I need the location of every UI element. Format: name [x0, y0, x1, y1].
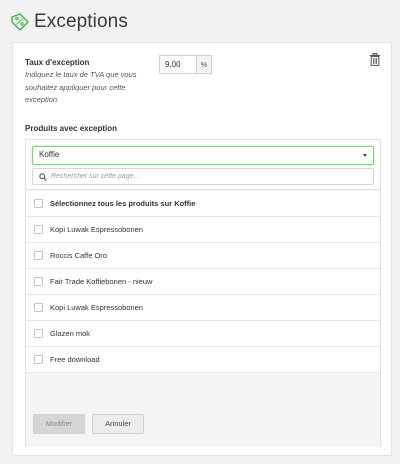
search-input[interactable] — [51, 170, 361, 183]
search-box — [32, 168, 374, 185]
category-select[interactable]: Koffie — [32, 146, 374, 165]
select-all-row[interactable]: Sélectionnez tous les produits sur Koffi… — [26, 191, 380, 217]
products-label: Produits avec exception — [25, 124, 118, 133]
cancel-button[interactable]: Annuler — [92, 414, 144, 434]
page-header: Exceptions — [10, 8, 128, 36]
product-checkbox[interactable] — [34, 355, 43, 364]
list-item[interactable]: Kopi Luwak Espressobonen — [26, 217, 380, 243]
product-checkbox[interactable] — [34, 225, 43, 234]
filter-bar: Koffie — [26, 140, 380, 190]
rate-unit: % — [196, 55, 212, 74]
product-label: Fair Trade Koffiebonen - nieuw — [50, 277, 153, 286]
product-label: Roccis Caffe Oro — [50, 251, 107, 260]
rate-help-text: Indiquez le taux de TVA que vous souhait… — [25, 70, 137, 104]
product-list: Sélectionnez tous les produits sur Koffi… — [26, 191, 380, 373]
product-label: Glazen mok — [50, 329, 91, 338]
list-item[interactable]: Free download — [26, 347, 380, 373]
exception-card: Taux d'exception Indiquez le taux de TVA… — [12, 42, 392, 456]
page-title: Exceptions — [34, 11, 128, 32]
product-checkbox[interactable] — [34, 303, 43, 312]
list-item[interactable]: Glazen mok — [26, 321, 380, 347]
modify-button[interactable]: Modifier — [33, 414, 85, 434]
list-item[interactable]: Roccis Caffe Oro — [26, 243, 380, 269]
rate-label: Taux d'exception — [25, 58, 90, 67]
products-panel: Koffie Sélectionnez tous les produits su… — [25, 139, 381, 447]
chevron-down-icon — [363, 154, 367, 157]
tag-percent-icon — [11, 13, 29, 31]
list-item[interactable]: Kopi Luwak Espressobonen — [26, 295, 380, 321]
rate-input-group: 9,00 % — [159, 55, 212, 74]
category-select-value: Koffie — [39, 150, 60, 159]
product-label: Free download — [50, 355, 100, 364]
search-icon — [39, 173, 47, 181]
select-all-checkbox[interactable] — [34, 199, 43, 208]
product-checkbox[interactable] — [34, 277, 43, 286]
product-checkbox[interactable] — [34, 251, 43, 260]
form-footer: Modifier Annuler — [26, 405, 380, 447]
list-item[interactable]: Fair Trade Koffiebonen - nieuw — [26, 269, 380, 295]
product-label: Kopi Luwak Espressobonen — [50, 303, 143, 312]
product-label: Kopi Luwak Espressobonen — [50, 225, 143, 234]
product-checkbox[interactable] — [34, 329, 43, 338]
rate-input[interactable]: 9,00 — [159, 55, 196, 74]
select-all-label: Sélectionnez tous les produits sur Koffi… — [50, 199, 196, 208]
trash-icon[interactable] — [369, 53, 381, 66]
